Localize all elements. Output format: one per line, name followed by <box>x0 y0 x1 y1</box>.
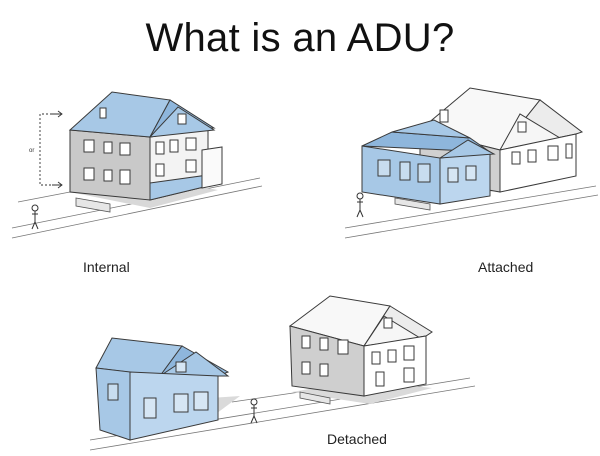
internal-label: Internal <box>83 259 130 275</box>
detached-label: Detached <box>327 431 387 447</box>
internal-house-icon <box>11 91 263 239</box>
attached-house-icon <box>344 87 599 239</box>
detached-house-icon <box>89 295 476 451</box>
person-icon <box>250 398 258 424</box>
slide: What is an ADU? or Internal Attached Det… <box>0 0 600 456</box>
person-icon <box>31 204 39 230</box>
attached-label: Attached <box>478 259 534 275</box>
dimension-arrow-icon <box>39 110 63 189</box>
person-icon <box>356 192 364 218</box>
adu-illustration: or <box>11 87 599 451</box>
internal-or-annotation: or <box>29 148 34 154</box>
